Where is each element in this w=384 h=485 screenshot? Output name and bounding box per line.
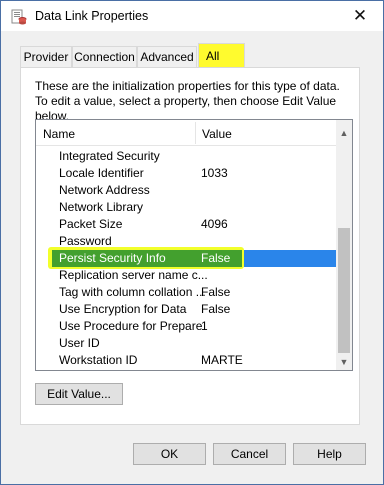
column-header-value[interactable]: Value	[202, 127, 232, 141]
scrollbar-thumb[interactable]	[338, 228, 350, 353]
title-bar: Data Link Properties ✕	[1, 1, 383, 31]
tab-connection[interactable]: Connection	[72, 46, 137, 67]
window-title: Data Link Properties	[35, 9, 149, 23]
column-divider[interactable]	[195, 122, 196, 144]
scroll-up-icon[interactable]: ▲	[336, 124, 352, 141]
dialog-window: Data Link Properties ✕ Provider Connecti…	[0, 0, 384, 485]
list-header: Name Value	[36, 120, 352, 146]
close-button[interactable]: ✕	[337, 1, 383, 31]
list-item[interactable]: Locale Identifier 1033	[36, 165, 336, 182]
vertical-scrollbar[interactable]: ▲ ▼	[336, 120, 352, 370]
list-item[interactable]: Network Library	[36, 199, 336, 216]
tab-provider[interactable]: Provider	[20, 46, 72, 67]
ok-button[interactable]: OK	[133, 443, 206, 465]
help-button[interactable]: Help	[293, 443, 366, 465]
list-item[interactable]: Network Address	[36, 182, 336, 199]
tab-all[interactable]: All	[198, 43, 245, 68]
tab-advanced[interactable]: Advanced	[137, 46, 197, 67]
list-item[interactable]: Use Procedure for Prepare 1	[36, 318, 336, 335]
list-item[interactable]: Workstation ID MARTE	[36, 352, 336, 369]
close-icon: ✕	[352, 6, 368, 25]
edit-value-button[interactable]: Edit Value...	[35, 383, 123, 405]
list-item[interactable]: Replication server name c...	[36, 267, 336, 284]
list-item[interactable]: Use Encryption for Data False	[36, 301, 336, 318]
list-item-selected[interactable]: Persist Security Info False	[36, 247, 336, 269]
data-link-icon	[11, 9, 27, 25]
list-item[interactable]: Integrated Security	[36, 148, 336, 165]
list-item[interactable]: User ID	[36, 335, 336, 352]
cancel-button[interactable]: Cancel	[213, 443, 286, 465]
list-item[interactable]: Tag with column collation ... False	[36, 284, 336, 301]
instructions-text: These are the initialization properties …	[35, 79, 340, 123]
selection-value-cell	[244, 250, 336, 267]
properties-list[interactable]: Name Value Integrated Security Locale Id…	[35, 119, 353, 371]
column-header-name[interactable]: Name	[43, 127, 75, 141]
divider	[1, 431, 383, 432]
scroll-down-icon[interactable]: ▼	[336, 353, 352, 370]
list-item[interactable]: Packet Size 4096	[36, 216, 336, 233]
